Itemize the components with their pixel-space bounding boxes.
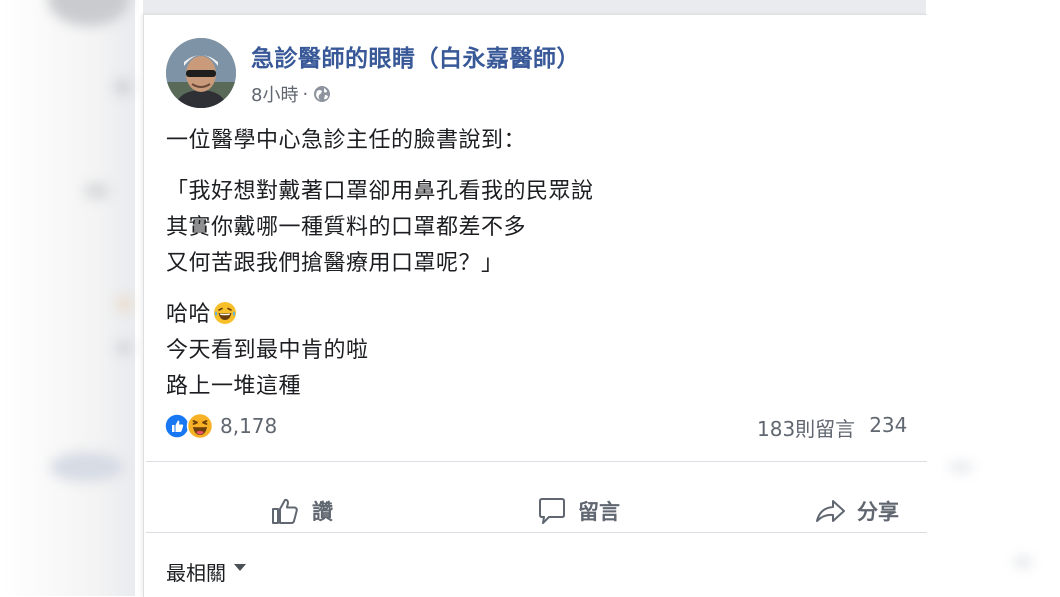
comment-bubble-icon	[539, 498, 565, 524]
blurred-dot	[84, 183, 110, 199]
caret-down-icon	[234, 564, 246, 571]
thumbs-up-icon	[272, 498, 298, 524]
comments-count-link[interactable]: 183則留言	[757, 413, 855, 442]
blurred-avatar-bottom	[50, 452, 124, 482]
comment-button[interactable]: 留言	[536, 493, 620, 529]
post-timestamp[interactable]: 8小時	[251, 81, 298, 107]
share-button[interactable]: 分享	[813, 493, 899, 529]
blurred-dot	[114, 78, 132, 96]
engagement-stats: 183則留言 234	[757, 413, 907, 442]
meta-separator: ·	[302, 83, 309, 105]
like-label: 讚	[312, 500, 333, 524]
like-button[interactable]: 讚	[268, 493, 333, 529]
avatar-photo	[166, 38, 236, 108]
post-actions: 讚 留言 分享	[144, 477, 927, 547]
closing-line: 路上一堆這種	[166, 374, 302, 399]
comment-label: 留言	[578, 500, 620, 524]
quote-line: 其實你戴哪一種質料的口罩都差不多	[166, 215, 527, 240]
shares-count-link[interactable]: 234	[869, 413, 907, 442]
divider	[146, 532, 927, 533]
text-line: 一位醫學中心急診主任的臉書說到：	[166, 128, 527, 153]
author-name-link[interactable]: 急診醫師的眼睛（白永嘉醫師）	[251, 39, 580, 73]
reaction-count[interactable]: 8,178	[220, 414, 277, 438]
blurred-dot	[116, 296, 132, 312]
laughing-tears-emoji	[214, 302, 237, 324]
quote-line: 又何苦跟我們搶醫療用口罩呢？」	[166, 251, 504, 276]
closing-line-text: 哈哈	[166, 302, 212, 327]
globe-icon[interactable]	[312, 84, 332, 104]
post-meta: 8小時 ·	[251, 81, 332, 107]
sort-label: 最相關	[166, 561, 226, 585]
comments-sort-dropdown[interactable]: 最相關	[166, 557, 246, 586]
background-left-panel	[0, 0, 135, 596]
divider	[146, 461, 927, 462]
blurred-dot	[948, 462, 974, 472]
share-label: 分享	[857, 500, 899, 524]
post-text: 一位醫學中心急診主任的臉書說到： 「我好想對戴著口罩卻用鼻孔看我的民眾說 其實你…	[166, 123, 906, 410]
background-right-panel	[926, 0, 1060, 596]
post-quote: 「我好想對戴著口罩卻用鼻孔看我的民眾說 其實你戴哪一種質料的口罩都差不多 又何苦…	[166, 174, 906, 282]
blurred-dot	[1014, 556, 1032, 568]
feed-top-strip	[143, 0, 926, 14]
reactions-summary: 8,178 183則留言 234	[164, 411, 927, 441]
blurred-dot	[116, 340, 132, 356]
haha-reaction-icon	[186, 412, 214, 440]
author-avatar[interactable]	[166, 38, 236, 108]
reaction-icons[interactable]	[164, 412, 214, 440]
post-card: 急診醫師的眼睛（白永嘉醫師） 8小時 · 一位醫學中心急診主任的臉書說到： 「我…	[143, 14, 927, 597]
quote-line: 「我好想對戴著口罩卻用鼻孔看我的民眾說	[166, 179, 594, 204]
post-closing: 哈哈 今天看到最中肯的啦 路上一堆這種	[166, 297, 906, 405]
blurred-avatar-top	[48, 0, 130, 26]
closing-line: 哈哈	[166, 297, 906, 333]
closing-line: 今天看到最中肯的啦	[166, 338, 369, 363]
share-arrow-icon	[816, 500, 845, 522]
post-intro: 一位醫學中心急診主任的臉書說到：	[166, 123, 906, 159]
